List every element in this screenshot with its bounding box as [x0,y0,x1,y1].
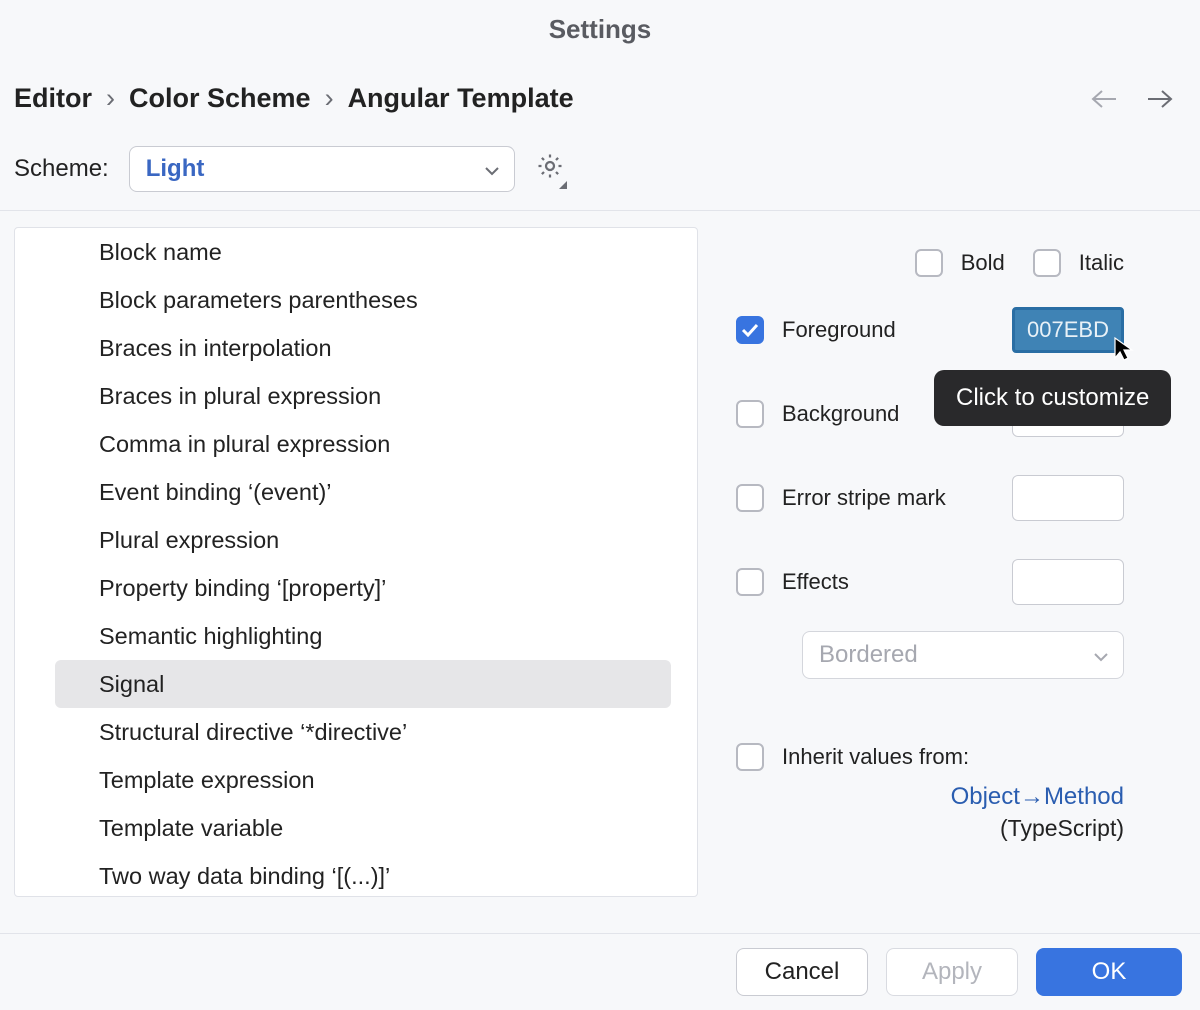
effects-type-value: Bordered [819,641,918,669]
list-item[interactable]: Plural expression [15,516,697,564]
dialog-title: Settings [0,0,1200,45]
error-stripe-label: Error stripe mark [782,485,946,511]
list-item[interactable]: Comma in plural expression [15,420,697,468]
crumb-editor[interactable]: Editor [14,83,92,114]
background-label: Background [782,401,899,427]
effects-checkbox[interactable] [736,568,764,596]
chevron-down-icon [484,155,500,183]
tooltip: Click to customize [934,370,1171,426]
error-stripe-color-swatch[interactable] [1012,475,1124,521]
list-item-selected[interactable]: Signal [55,660,671,708]
nav-back-icon[interactable] [1090,88,1118,110]
crumb-separator: › [325,83,334,114]
effects-label: Effects [782,569,849,595]
list-item[interactable]: Braces in plural expression [15,372,697,420]
crumb-angular-template[interactable]: Angular Template [348,83,574,114]
foreground-color-swatch[interactable]: 007EBD [1012,307,1124,353]
scheme-label: Scheme: [14,155,109,183]
nav-forward-icon[interactable] [1146,88,1174,110]
gear-icon[interactable] [535,151,565,187]
crumb-color-scheme[interactable]: Color Scheme [129,83,311,114]
bold-label: Bold [961,250,1005,276]
list-item[interactable]: Semantic highlighting [15,612,697,660]
list-item[interactable]: Event binding ‘(event)’ [15,468,697,516]
list-item[interactable]: Two way data binding ‘[(...)]’ [15,852,697,897]
list-item[interactable]: Braces in interpolation [15,324,697,372]
scheme-dropdown[interactable]: Light [129,146,515,192]
inherit-label: Inherit values from: [782,744,969,770]
foreground-label: Foreground [782,317,896,343]
italic-checkbox[interactable] [1033,249,1061,277]
foreground-checkbox[interactable] [736,316,764,344]
list-item[interactable]: Property binding ‘[property]’ [15,564,697,612]
inherit-link[interactable]: Object→Method [951,783,1124,810]
cancel-button[interactable]: Cancel [736,948,868,996]
category-list[interactable]: Block name Block parameters parentheses … [14,227,698,897]
list-item[interactable]: Structural directive ‘*directive’ [15,708,697,756]
list-item[interactable]: Block name [15,228,697,276]
background-checkbox[interactable] [736,400,764,428]
list-item[interactable]: Block parameters parentheses [15,276,697,324]
bold-checkbox[interactable] [915,249,943,277]
error-stripe-checkbox[interactable] [736,484,764,512]
crumb-separator: › [106,83,115,114]
chevron-down-icon [1093,641,1109,669]
list-item[interactable]: Template expression [15,756,697,804]
scheme-value: Light [146,155,205,183]
apply-button[interactable]: Apply [886,948,1018,996]
ok-button[interactable]: OK [1036,948,1182,996]
breadcrumb: Editor › Color Scheme › Angular Template [14,83,574,114]
effects-type-dropdown[interactable]: Bordered [802,631,1124,679]
inherit-checkbox[interactable] [736,743,764,771]
italic-label: Italic [1079,250,1124,276]
list-item[interactable]: Template variable [15,804,697,852]
effects-color-swatch[interactable] [1012,559,1124,605]
inherit-source: (TypeScript) [736,815,1124,842]
